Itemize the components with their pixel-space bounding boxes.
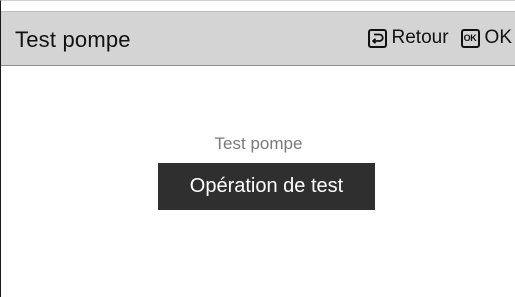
screen: Test pompe Retour OK OK Test pompe Opéra…: [0, 0, 515, 297]
ok-key-icon: OK: [460, 28, 480, 48]
test-operation-button[interactable]: Opération de test: [158, 163, 375, 210]
ok-label: OK: [484, 27, 512, 48]
section-subtitle: Test pompe: [214, 134, 303, 153]
page-title: Test pompe: [15, 27, 131, 52]
back-label: Retour: [391, 27, 449, 48]
top-strip: [1, 1, 515, 11]
header-nav: Retour OK OK: [367, 27, 512, 49]
return-arrow-icon: [367, 28, 387, 48]
header-bar: Test pompe Retour OK OK: [1, 11, 515, 66]
back-button[interactable]: Retour: [367, 27, 449, 49]
ok-button[interactable]: OK OK: [460, 27, 512, 49]
